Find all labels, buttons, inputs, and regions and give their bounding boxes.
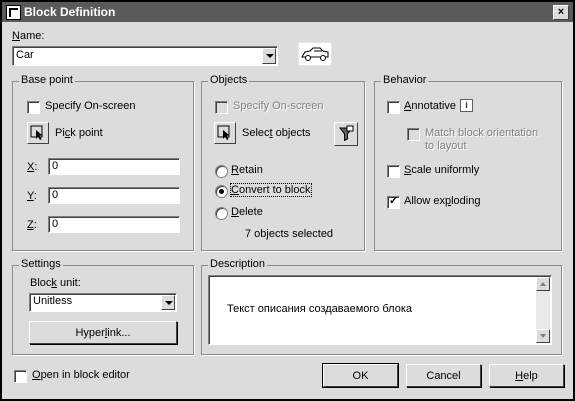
z-input[interactable]: 0 bbox=[48, 216, 180, 233]
x-input[interactable]: 0 bbox=[48, 158, 180, 175]
allow-exploding-label: Allow exploding bbox=[404, 195, 481, 207]
objects-title: Objects bbox=[208, 74, 250, 86]
checkmark-icon: ✓ bbox=[389, 195, 399, 207]
description-textarea[interactable]: Текст описания создаваемого блока bbox=[208, 275, 552, 345]
scroll-down-icon[interactable] bbox=[536, 329, 550, 343]
quick-select-button[interactable] bbox=[334, 122, 358, 146]
name-label: Name: bbox=[12, 30, 45, 42]
block-definition-dialog: Block Definition × Name: Car Base point … bbox=[0, 0, 575, 401]
delete-label: Delete bbox=[231, 206, 263, 218]
select-objects-label: Select objects bbox=[242, 127, 311, 139]
help-button-label: Help bbox=[515, 369, 538, 382]
retain-radio[interactable] bbox=[215, 165, 228, 178]
convert-to-block-radio[interactable] bbox=[215, 185, 228, 198]
pick-point-label: Pick point bbox=[55, 127, 103, 139]
cancel-button[interactable]: Cancel bbox=[406, 364, 481, 387]
block-unit-value: Unitless bbox=[33, 295, 73, 307]
dialog-title: Block Definition bbox=[24, 5, 116, 19]
settings-title: Settings bbox=[19, 258, 63, 270]
y-label: Y: bbox=[27, 190, 37, 202]
convert-to-block-label: Convert to block bbox=[230, 183, 312, 197]
name-value: Car bbox=[16, 49, 34, 61]
title-bar[interactable]: Block Definition × bbox=[2, 2, 573, 22]
chevron-down-icon[interactable] bbox=[262, 48, 276, 64]
hyperlink-button[interactable]: Hyperlink... bbox=[29, 321, 177, 344]
y-input[interactable]: 0 bbox=[48, 187, 180, 204]
retain-label: Retain bbox=[231, 164, 263, 176]
annotative-label: Annotative bbox=[404, 100, 456, 112]
objects-selected-count: 7 objects selected bbox=[245, 228, 334, 240]
quick-select-filter-icon bbox=[339, 125, 354, 142]
select-objects-button[interactable] bbox=[214, 122, 236, 144]
description-title: Description bbox=[208, 258, 268, 270]
scroll-up-icon[interactable] bbox=[536, 277, 550, 291]
match-orientation-label-line1: Match block orientation bbox=[425, 127, 539, 139]
delete-radio[interactable] bbox=[215, 207, 228, 220]
close-button[interactable]: × bbox=[553, 5, 569, 20]
match-orientation-label-line2: to layout bbox=[425, 140, 467, 152]
name-combobox[interactable]: Car bbox=[12, 46, 278, 66]
open-in-block-editor-label: Open in block editor bbox=[32, 369, 130, 381]
description-scrollbar[interactable] bbox=[536, 277, 550, 343]
hyperlink-button-label: Hyperlink... bbox=[75, 326, 131, 339]
cancel-button-label: Cancel bbox=[426, 369, 461, 382]
ok-button[interactable]: OK bbox=[322, 363, 399, 388]
open-in-block-editor-checkbox[interactable] bbox=[14, 370, 27, 383]
info-icon[interactable]: i bbox=[460, 99, 473, 112]
base-point-title: Base point bbox=[19, 74, 75, 86]
pick-point-button[interactable] bbox=[27, 122, 49, 144]
base-specify-onscreen-label: Specify On-screen bbox=[45, 100, 136, 112]
x-label: X: bbox=[27, 161, 38, 173]
chevron-down-icon[interactable] bbox=[161, 295, 175, 310]
block-unit-select[interactable]: Unitless bbox=[29, 293, 177, 312]
objects-specify-onscreen-label: Specify On-screen bbox=[233, 100, 324, 112]
description-text: Текст описания создаваемого блока bbox=[227, 303, 412, 315]
behavior-title: Behavior bbox=[381, 74, 429, 86]
pick-point-icon bbox=[30, 125, 43, 140]
scale-uniformly-label: Scale uniformly bbox=[404, 164, 480, 176]
app-icon bbox=[6, 5, 21, 20]
block-unit-label: Block unit: bbox=[30, 277, 81, 289]
base-specify-onscreen-checkbox[interactable] bbox=[27, 101, 40, 114]
car-icon bbox=[298, 42, 332, 66]
objects-specify-onscreen-checkbox[interactable] bbox=[215, 101, 228, 114]
z-label: Z: bbox=[27, 219, 37, 231]
match-orientation-checkbox[interactable] bbox=[407, 128, 420, 141]
scale-uniformly-checkbox[interactable] bbox=[387, 165, 400, 178]
annotative-checkbox[interactable] bbox=[387, 101, 400, 114]
select-objects-icon bbox=[217, 125, 230, 140]
help-button[interactable]: Help bbox=[489, 364, 564, 387]
ok-button-label: OK bbox=[352, 369, 369, 382]
close-icon: × bbox=[557, 6, 565, 18]
allow-exploding-checkbox[interactable]: ✓ bbox=[387, 195, 400, 209]
